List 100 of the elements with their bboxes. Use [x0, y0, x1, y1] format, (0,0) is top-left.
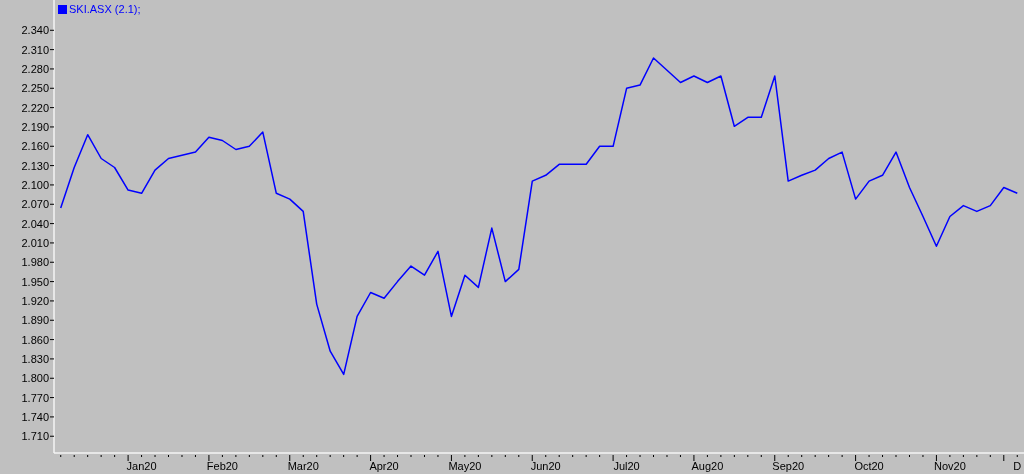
tick-mark — [154, 454, 156, 458]
tick-mark — [626, 454, 628, 458]
x-tick-label: May20 — [448, 460, 482, 472]
y-tick-label: 2.040 — [21, 217, 49, 230]
tick-mark — [221, 454, 223, 458]
tick-mark — [666, 454, 668, 458]
tick-mark — [828, 454, 830, 458]
tick-mark — [1003, 454, 1005, 462]
tick-mark — [87, 454, 89, 458]
tick-mark — [370, 454, 372, 462]
y-tick-label: 2.280 — [21, 62, 49, 75]
tick-mark — [531, 454, 533, 462]
y-tick-label: 2.100 — [21, 178, 49, 191]
tick-mark — [49, 49, 55, 51]
tick-mark — [49, 261, 55, 263]
tick-mark — [868, 454, 870, 458]
x-tick-label: Nov20 — [934, 460, 966, 472]
tick-mark — [49, 107, 55, 109]
tick-mark — [49, 377, 55, 379]
tick-mark — [329, 454, 331, 458]
tick-mark — [49, 397, 55, 399]
tick-mark — [922, 454, 924, 458]
tick-mark — [168, 454, 169, 458]
y-tick-label: 1.950 — [21, 275, 49, 288]
tick-mark — [49, 339, 55, 341]
tick-mark — [599, 454, 601, 458]
tick-mark — [248, 454, 250, 458]
y-tick-label: 1.740 — [21, 410, 49, 423]
tick-mark — [181, 454, 183, 458]
x-tick-label: Sep20 — [772, 460, 805, 472]
y-tick-label: 2.190 — [21, 120, 49, 133]
tick-mark — [49, 87, 55, 89]
tick-mark — [49, 68, 55, 70]
tick-mark — [114, 454, 116, 458]
x-tick-label: Aug20 — [691, 460, 724, 472]
tick-mark — [733, 454, 735, 458]
y-tick-label: 1.920 — [21, 294, 49, 307]
legend-label: SKI.ASX (2.1); — [69, 3, 141, 15]
tick-mark — [49, 145, 55, 147]
tick-mark — [679, 454, 681, 458]
tick-mark — [450, 454, 452, 462]
y-tick-label: 1.980 — [21, 256, 49, 269]
tick-mark — [194, 454, 196, 458]
y-tick-label: 1.800 — [21, 372, 49, 385]
tick-mark — [801, 454, 803, 458]
tick-mark — [49, 165, 55, 167]
tick-mark — [653, 454, 654, 458]
x-tick-label: D — [1013, 460, 1022, 472]
tick-mark — [774, 454, 776, 462]
tick-mark — [49, 184, 55, 186]
tick-mark — [949, 454, 951, 458]
tick-mark — [935, 454, 937, 462]
tick-mark — [989, 454, 991, 458]
tick-mark — [289, 454, 291, 462]
x-tick-label: Mar20 — [287, 460, 319, 472]
y-tick-label: 2.340 — [21, 24, 49, 37]
tick-mark — [383, 454, 385, 458]
tick-mark — [127, 454, 129, 462]
tick-mark — [49, 126, 55, 128]
tick-mark — [49, 435, 55, 437]
x-tick-label: Jan20 — [126, 460, 157, 472]
y-tick-label: 1.710 — [21, 430, 49, 443]
tick-mark — [60, 454, 62, 458]
tick-mark — [235, 454, 237, 458]
tick-mark — [49, 300, 55, 302]
tick-mark — [262, 454, 264, 458]
tick-mark — [572, 454, 574, 458]
tick-mark — [585, 454, 587, 458]
tick-mark — [895, 454, 897, 458]
tick-mark — [49, 242, 55, 244]
y-tick-label: 2.310 — [21, 43, 49, 56]
tick-mark — [639, 454, 641, 458]
tick-mark — [302, 454, 304, 458]
tick-mark — [1016, 454, 1018, 458]
y-tick-label: 1.860 — [21, 333, 49, 346]
tick-mark — [477, 454, 479, 458]
tick-mark — [437, 454, 439, 458]
tick-mark — [882, 454, 884, 458]
tick-mark — [747, 454, 749, 458]
tick-mark — [612, 454, 614, 462]
tick-mark — [73, 454, 75, 458]
tick-mark — [909, 454, 910, 458]
tick-mark — [343, 454, 345, 458]
tick-mark — [558, 454, 560, 458]
tick-mark — [49, 29, 55, 31]
x-tick-label: Jun20 — [530, 460, 561, 472]
y-tick-label: 1.890 — [21, 314, 49, 327]
tick-mark — [356, 454, 358, 458]
tick-mark — [814, 454, 816, 458]
tick-mark — [491, 454, 493, 458]
y-tick-label: 2.130 — [21, 159, 49, 172]
y-tick-label: 2.160 — [21, 140, 49, 153]
tick-mark — [518, 454, 520, 458]
tick-mark — [49, 203, 55, 205]
tick-mark — [720, 454, 722, 458]
tick-mark — [841, 454, 843, 458]
y-tick-label: 2.070 — [21, 198, 49, 211]
tick-mark — [49, 223, 55, 225]
tick-mark — [693, 454, 695, 462]
x-tick-label: Jul20 — [613, 460, 640, 472]
